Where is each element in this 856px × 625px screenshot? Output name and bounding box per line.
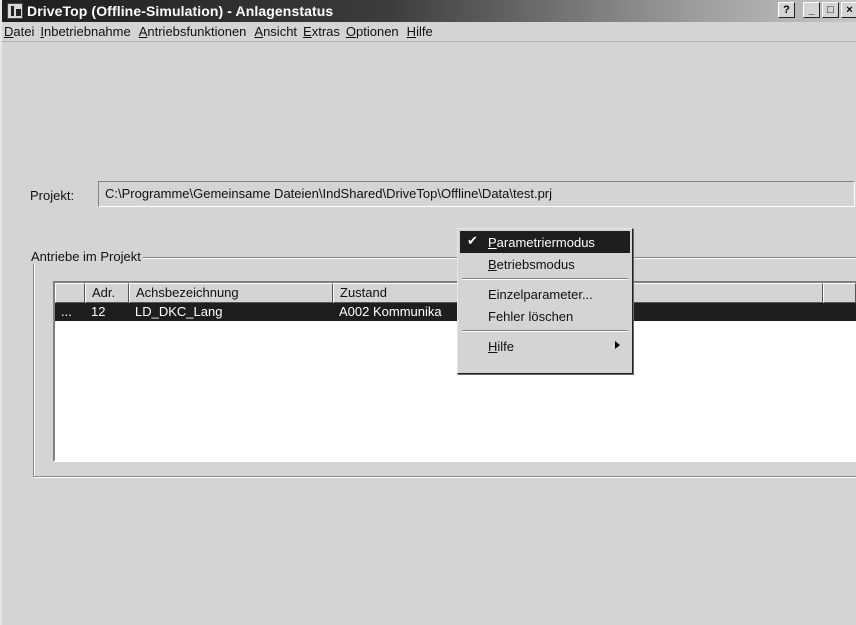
menu-extras[interactable]: Extras: [303, 24, 346, 39]
ctx-item-label: Fehler löschen: [488, 308, 574, 324]
drives-group-title: Antriebe im Projekt: [29, 249, 143, 264]
submenu-arrow-icon: [615, 341, 620, 349]
maximize-button[interactable]: □: [822, 2, 839, 18]
drives-list[interactable]: Adr. Achsbezeichnung Zustand ... 12 LD_D…: [53, 281, 856, 462]
menu-inbetriebnahme[interactable]: Inbetriebnahme: [40, 24, 138, 39]
list-header: Adr. Achsbezeichnung Zustand: [55, 283, 856, 303]
column-header-marker[interactable]: [55, 283, 85, 303]
title-bar[interactable]: DriveTop (Offline-Simulation) - Anlagens…: [2, 0, 856, 22]
app-window: DriveTop (Offline-Simulation) - Anlagens…: [0, 0, 856, 625]
menu-bar: Datei Inbetriebnahme Antriebsfunktionen …: [2, 22, 856, 42]
drivetop-app-icon[interactable]: [7, 3, 23, 19]
ctx-item-label: Parametriermodus: [488, 234, 595, 250]
row-marker: ...: [61, 304, 72, 319]
window-title: DriveTop (Offline-Simulation) - Anlagens…: [27, 3, 334, 19]
menu-separator: [460, 327, 630, 335]
project-label: Projekt:: [30, 188, 75, 203]
column-header-filler: [823, 283, 856, 303]
row-zustand: A002 Kommunika: [339, 304, 442, 319]
menu-datei[interactable]: Datei: [4, 24, 40, 39]
menu-ansicht[interactable]: Ansicht: [254, 24, 303, 39]
table-row[interactable]: ... 12 LD_DKC_Lang A002 Kommunika: [55, 303, 856, 321]
column-header-achsbezeichnung[interactable]: Achsbezeichnung: [129, 283, 333, 303]
ctx-item-einzelparameter[interactable]: Einzelparameter...: [460, 283, 630, 305]
ctx-item-parametriermodus[interactable]: ✔ Parametriermodus: [460, 231, 630, 253]
row-achsbezeichnung: LD_DKC_Lang: [135, 304, 223, 319]
menu-optionen[interactable]: Optionen: [346, 24, 407, 39]
ctx-item-label: Betriebsmodus: [488, 256, 575, 272]
ctx-item-betriebsmodus[interactable]: Betriebsmodus: [460, 253, 630, 275]
row-addr: 12: [91, 304, 106, 319]
menu-hilfe[interactable]: Hilfe: [407, 24, 439, 39]
ctx-item-label: Hilfe: [488, 338, 515, 354]
project-path-field: C:\Programme\Gemeinsame Dateien\IndShare…: [98, 181, 855, 207]
close-button[interactable]: ×: [841, 2, 856, 18]
context-menu: ✔ Parametriermodus Betriebsmodus Einzelp…: [457, 228, 633, 374]
checkmark-icon: ✔: [467, 233, 478, 248]
ctx-item-label: Einzelparameter...: [488, 286, 593, 302]
ctx-item-fehler-loeschen[interactable]: Fehler löschen: [460, 305, 630, 327]
minimize-button[interactable]: _: [803, 2, 820, 18]
menu-separator: [460, 275, 630, 283]
context-help-button[interactable]: ?: [778, 2, 795, 18]
caption-buttons: ? _ □ ×: [776, 2, 856, 18]
column-header-addr[interactable]: Adr.: [85, 283, 129, 303]
menu-antriebsfunktionen[interactable]: Antriebsfunktionen: [139, 24, 255, 39]
ctx-item-hilfe[interactable]: Hilfe: [460, 335, 630, 357]
